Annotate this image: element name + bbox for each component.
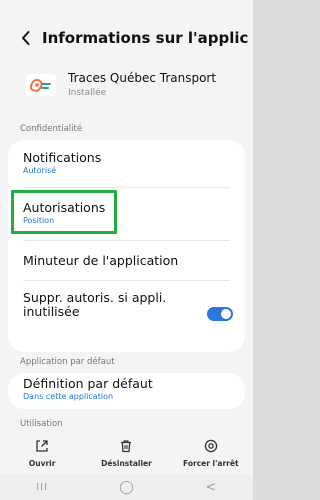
uninstall-button[interactable]: Désinstaller [84, 432, 168, 469]
stop-icon [203, 438, 219, 454]
open-icon [34, 438, 50, 454]
app-logo-icon [26, 74, 56, 96]
divider [23, 187, 230, 188]
recent-apps-icon: III [36, 481, 49, 493]
remove-permissions-toggle[interactable] [207, 307, 233, 321]
privacy-card: Notifications Autorisé Autorisations Pos… [8, 140, 245, 352]
default-setting-item[interactable]: Définition par défaut Dans cette applica… [8, 376, 245, 408]
permissions-status: Position [23, 216, 55, 225]
default-setting-title: Définition par défaut [23, 376, 153, 391]
recent-apps-button[interactable]: III [22, 477, 62, 497]
bottom-action-bar: Ouvrir Désinstaller Forcer l'arrêt [0, 432, 253, 474]
app-name: Traces Québec Transport [68, 71, 217, 85]
app-timer-item[interactable]: Minuteur de l'application [8, 253, 245, 278]
permissions-item[interactable]: Autorisations Position [8, 200, 245, 238]
notifications-title: Notifications [23, 150, 102, 165]
app-info-screen: Informations sur l'applica… Traces Québe… [0, 0, 253, 500]
section-default-app-label: Application par défaut [20, 357, 115, 367]
section-usage-label: Utilisation [20, 419, 63, 429]
system-nav-bar: III ◯ < [0, 474, 253, 500]
force-stop-label: Forcer l'arrêt [183, 459, 239, 468]
default-app-card: Définition par défaut Dans cette applica… [8, 373, 245, 409]
chevron-left-icon [22, 31, 30, 45]
app-header: Traces Québec Transport Installée [0, 70, 253, 110]
home-icon: ◯ [119, 479, 134, 495]
top-bar: Informations sur l'applica… [0, 18, 253, 58]
notifications-status: Autorisé [23, 166, 57, 175]
open-label: Ouvrir [28, 459, 56, 468]
divider [23, 240, 230, 241]
toggle-knob [221, 309, 231, 319]
force-stop-button[interactable]: Forcer l'arrêt [169, 432, 253, 469]
back-nav-button[interactable]: < [191, 477, 231, 497]
trash-icon [118, 438, 134, 454]
default-setting-status: Dans cette application [23, 392, 114, 401]
app-timer-title: Minuteur de l'application [23, 253, 179, 268]
home-button[interactable]: ◯ [106, 477, 146, 497]
back-icon: < [205, 479, 217, 495]
uninstall-label: Désinstaller [101, 459, 152, 468]
remove-permissions-title: Suppr. autoris. si appli. inutilisée [23, 290, 167, 319]
app-status: Installée [68, 88, 107, 98]
section-privacy-label: Confidentialité [20, 124, 83, 134]
back-button[interactable] [12, 24, 40, 52]
open-button[interactable]: Ouvrir [0, 432, 84, 469]
permissions-title: Autorisations [23, 200, 106, 215]
page-title: Informations sur l'applica… [42, 29, 248, 47]
notifications-item[interactable]: Notifications Autorisé [8, 150, 245, 188]
divider [23, 280, 230, 281]
